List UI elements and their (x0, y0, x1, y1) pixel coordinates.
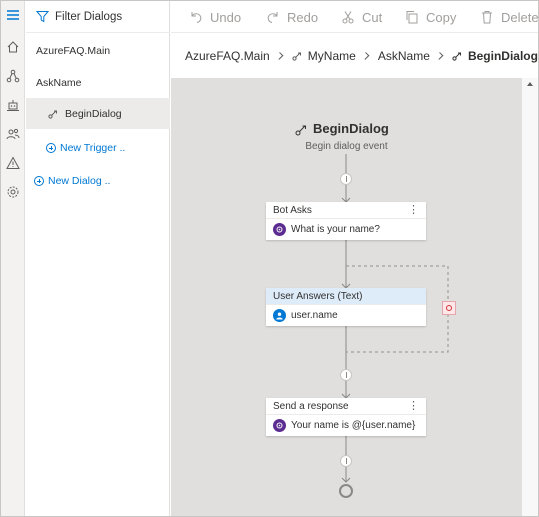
menu-icon[interactable] (1, 3, 25, 27)
toolbar: Undo Redo Cut Copy Delete (171, 1, 538, 33)
redo-icon (267, 12, 278, 23)
card-body: user.name (266, 304, 426, 326)
redo-label: Redo (287, 9, 319, 25)
cut-label: Cut (362, 9, 383, 25)
tree-item-azurefaq-main[interactable]: AzureFAQ.Main (26, 35, 170, 66)
trigger-icon (295, 125, 306, 135)
card-header: User Answers (Text) (266, 288, 426, 304)
bot-asks-card[interactable]: Bot Asks ⋮ What is your name? (266, 202, 426, 240)
breadcrumb-label: BeginDialog (467, 48, 538, 63)
home-icon[interactable] (1, 35, 25, 59)
copy-button[interactable]: Copy (405, 1, 457, 32)
new-trigger-link[interactable]: New Trigger .. (26, 132, 170, 163)
breadcrumb-item-myname[interactable]: MyName (292, 49, 356, 63)
filter-dialogs-box[interactable]: Filter Dialogs (26, 1, 170, 33)
trigger-icon (48, 110, 57, 119)
add-step-button[interactable] (340, 455, 352, 467)
settings-icon[interactable] (1, 180, 25, 204)
bot-icon (273, 223, 286, 236)
more-options-icon[interactable]: ⋮ (408, 399, 419, 412)
bot-icon (273, 419, 286, 432)
tree-item-label: AzureFAQ.Main (36, 44, 111, 57)
undo-label: Undo (210, 9, 242, 25)
left-rail (1, 1, 25, 516)
end-node (339, 484, 353, 498)
breadcrumb: AzureFAQ.Main MyName AskName BeginDialog (171, 34, 538, 77)
trigger-icon (292, 52, 301, 61)
cut-button[interactable]: Cut (341, 1, 383, 32)
card-header-label: Bot Asks (273, 204, 312, 216)
scissors-icon (342, 11, 354, 24)
trash-icon (482, 11, 492, 24)
tree-item-askname[interactable]: AskName (26, 67, 170, 98)
add-step-button[interactable] (340, 173, 352, 185)
trigger-title[interactable]: BeginDialog (295, 121, 389, 136)
breadcrumb-label: AzureFAQ.Main (185, 48, 270, 63)
card-header: Send a response ⋮ (266, 398, 426, 414)
undo-icon (191, 12, 202, 23)
card-header-label: User Answers (Text) (273, 290, 363, 302)
new-dialog-label: New Dialog .. (48, 174, 111, 187)
user-icon (273, 309, 286, 322)
tree-item-begindialog[interactable]: BeginDialog (26, 98, 170, 129)
delete-button[interactable]: Delete (480, 1, 538, 32)
scroll-up-icon[interactable] (527, 82, 533, 86)
redo-button[interactable]: Redo (266, 1, 319, 32)
loop-icon[interactable] (442, 301, 456, 315)
card-body: What is your name? (266, 218, 426, 240)
breadcrumb-item-azurefaq-main[interactable]: AzureFAQ.Main (185, 49, 270, 63)
new-trigger-label: New Trigger .. (60, 141, 126, 154)
chevron-right-icon (361, 51, 370, 60)
breadcrumb-item-begindialog[interactable]: BeginDialog (452, 49, 538, 63)
copy-icon (406, 11, 418, 24)
users-icon[interactable] (1, 122, 25, 146)
delete-label: Delete (501, 9, 538, 25)
add-step-button[interactable] (340, 369, 352, 381)
add-icon (46, 142, 56, 153)
filter-dialogs-label: Filter Dialogs (55, 10, 123, 23)
card-header: Bot Asks ⋮ (266, 202, 426, 218)
tree-item-label: BeginDialog (65, 107, 122, 120)
card-body-text: user.name (291, 310, 338, 321)
dialog-tree-panel: Filter Dialogs AzureFAQ.Main AskName Beg… (26, 1, 170, 516)
flow-icon[interactable] (1, 64, 25, 88)
trigger-icon (452, 52, 461, 61)
vertical-scrollbar[interactable] (522, 78, 538, 516)
copy-label: Copy (426, 9, 457, 25)
chevron-right-icon (275, 51, 284, 60)
card-body-text: What is your name? (291, 224, 380, 235)
undo-button[interactable]: Undo (189, 1, 242, 32)
trigger-title-label: BeginDialog (313, 121, 389, 136)
card-body-text: Your name is @{user.name} (291, 420, 416, 431)
more-options-icon[interactable]: ⋮ (408, 203, 419, 216)
tree-item-label: AskName (36, 76, 82, 89)
card-body: Your name is @{user.name} (266, 414, 426, 436)
flow-canvas[interactable]: BeginDialog Begin dialog event Bot Asks … (171, 78, 522, 516)
new-dialog-link[interactable]: New Dialog .. (26, 165, 170, 196)
card-header-label: Send a response (273, 400, 349, 412)
breadcrumb-item-askname[interactable]: AskName (378, 49, 430, 63)
filter-icon (36, 11, 49, 23)
add-icon (34, 175, 44, 186)
send-response-card[interactable]: Send a response ⋮ Your name is @{user.na… (266, 398, 426, 436)
warning-icon[interactable] (1, 151, 25, 175)
breadcrumb-label: MyName (307, 48, 356, 63)
user-answers-card[interactable]: User Answers (Text) user.name (266, 288, 426, 326)
bot-icon[interactable] (1, 93, 25, 117)
chevron-right-icon (435, 51, 444, 60)
trigger-subtitle: Begin dialog event (305, 141, 388, 152)
breadcrumb-label: AskName (377, 48, 430, 63)
